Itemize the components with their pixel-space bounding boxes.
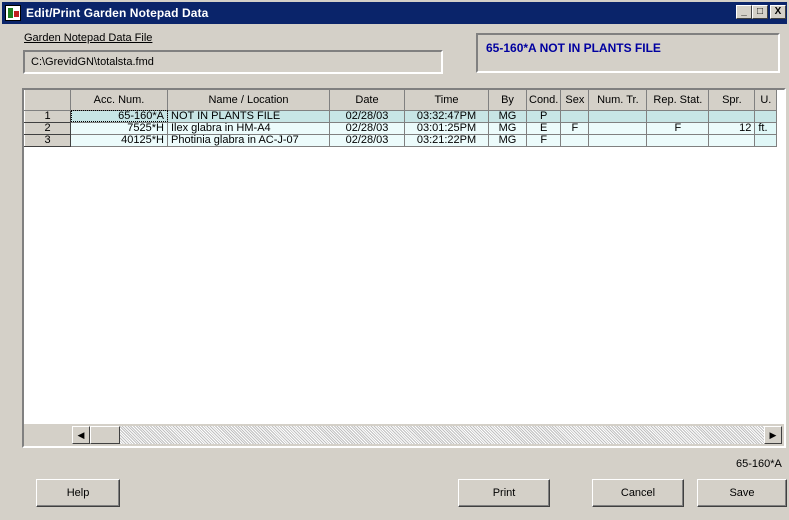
data-file-label: Garden Notepad Data File [24, 32, 153, 44]
scrollbar-fixed-area [24, 424, 70, 446]
sex-cell[interactable]: F [560, 122, 590, 135]
by-cell[interactable]: MG [488, 134, 527, 147]
u-cell[interactable] [754, 110, 778, 123]
column-header-name-location[interactable]: Name / Location [167, 90, 330, 111]
num-tr-cell[interactable] [588, 110, 648, 123]
num-tr-cell[interactable] [588, 122, 648, 135]
horizontal-scrollbar[interactable]: ◀ ▶ [24, 424, 784, 446]
column-header-time[interactable]: Time [404, 90, 489, 111]
window-title: Edit/Print Garden Notepad Data [26, 6, 209, 20]
data-file-path-field[interactable]: C:\GrevidGN\totalsta.fmd [23, 50, 443, 74]
rep-stat-cell[interactable]: F [646, 122, 710, 135]
edit-print-window: Edit/Print Garden Notepad Data _ □ X Gar… [0, 0, 789, 520]
maximize-button[interactable]: □ [752, 5, 768, 19]
left-arrow-icon[interactable]: ◀ [72, 426, 90, 444]
date-cell[interactable]: 02/28/03 [329, 122, 405, 135]
acc-num-cell[interactable]: 40125*H [70, 134, 168, 147]
save-button[interactable]: Save [697, 479, 787, 507]
column-header-by[interactable]: By [488, 90, 527, 111]
by-cell[interactable]: MG [488, 122, 527, 135]
name-location-cell[interactable]: Photinia glabra in AC-J-07 [167, 134, 330, 147]
table-row[interactable]: 2 7525*H Ilex glabra in HM-A4 02/28/03 0… [24, 121, 778, 135]
column-header-u[interactable]: U. [754, 90, 778, 111]
app-icon [5, 5, 21, 21]
cancel-button[interactable]: Cancel [592, 479, 684, 507]
row-number-cell[interactable]: 2 [24, 121, 71, 135]
minimize-button[interactable]: _ [736, 5, 752, 19]
spr-cell[interactable]: 12 [708, 122, 756, 135]
acc-num-cell[interactable]: 7525*H [70, 122, 168, 135]
name-location-cell[interactable]: NOT IN PLANTS FILE [167, 110, 330, 123]
column-header-sex[interactable]: Sex [560, 90, 590, 111]
table-header-row: Acc. Num. Name / Location Date Time By C… [24, 90, 778, 111]
current-plant-display: 65-160*A NOT IN PLANTS FILE [476, 33, 780, 73]
column-header-num-tr[interactable]: Num. Tr. [588, 90, 648, 111]
sex-cell[interactable] [560, 134, 590, 147]
acc-num-cell[interactable]: 65-160*A [70, 110, 168, 123]
u-cell[interactable]: ft. [754, 122, 778, 135]
time-cell[interactable]: 03:21:22PM [404, 134, 489, 147]
close-button[interactable]: X [770, 5, 786, 19]
table-row[interactable]: 3 40125*H Photinia glabra in AC-J-07 02/… [24, 133, 778, 147]
by-cell[interactable]: MG [488, 110, 527, 123]
column-header-spr[interactable]: Spr. [708, 90, 756, 111]
spr-cell[interactable] [708, 134, 756, 147]
scrollbar-thumb[interactable] [90, 426, 120, 444]
num-tr-cell[interactable] [588, 134, 648, 147]
cond-cell[interactable]: E [526, 122, 562, 135]
date-cell[interactable]: 02/28/03 [329, 134, 405, 147]
table-row[interactable]: 1 65-160*A NOT IN PLANTS FILE 02/28/03 0… [24, 109, 778, 123]
print-button[interactable]: Print [458, 479, 550, 507]
rep-stat-cell[interactable] [646, 134, 710, 147]
row-number-cell[interactable]: 1 [24, 109, 71, 123]
time-cell[interactable]: 03:01:25PM [404, 122, 489, 135]
row-number-cell[interactable]: 3 [24, 133, 71, 147]
right-arrow-icon[interactable]: ▶ [764, 426, 782, 444]
spr-cell[interactable] [708, 110, 756, 123]
column-header-cond[interactable]: Cond. [526, 90, 562, 111]
help-button[interactable]: Help [36, 479, 120, 507]
column-header-rownum[interactable] [24, 90, 71, 111]
notepad-data-grid[interactable]: Acc. Num. Name / Location Date Time By C… [22, 88, 786, 448]
scrollbar-track[interactable] [90, 426, 764, 444]
column-header-rep-stat[interactable]: Rep. Stat. [646, 90, 710, 111]
cond-cell[interactable]: P [526, 110, 562, 123]
rep-stat-cell[interactable] [646, 110, 710, 123]
time-cell[interactable]: 03:32:47PM [404, 110, 489, 123]
sex-cell[interactable] [560, 110, 590, 123]
status-acc-num: 65-160*A [736, 458, 782, 470]
date-cell[interactable]: 02/28/03 [329, 110, 405, 123]
name-location-cell[interactable]: Ilex glabra in HM-A4 [167, 122, 330, 135]
title-bar[interactable]: Edit/Print Garden Notepad Data _ □ X [2, 2, 787, 24]
cond-cell[interactable]: F [526, 134, 562, 147]
column-header-acc-num[interactable]: Acc. Num. [70, 90, 168, 111]
column-header-date[interactable]: Date [329, 90, 405, 111]
u-cell[interactable] [754, 134, 778, 147]
